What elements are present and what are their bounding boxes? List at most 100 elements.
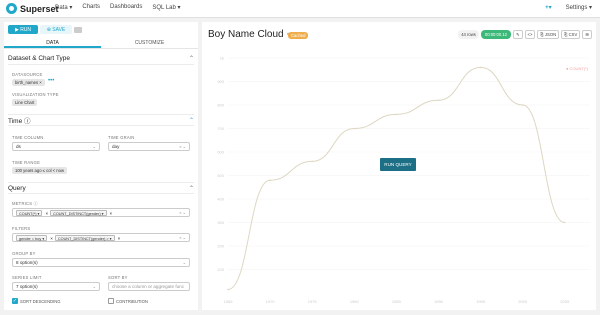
y-tick-label: 100 [217, 267, 224, 272]
time-grain-value: day [112, 144, 120, 149]
x-tick-label: 1965 [224, 299, 234, 304]
clear-and-chevron-icon: × ⌄ [179, 235, 186, 240]
series-point [563, 221, 566, 224]
viz-type-pill[interactable]: Line Chart [12, 99, 38, 106]
sort-descending-label: SORT DESCENDING [20, 298, 61, 304]
y-tick-label: 300 [217, 220, 224, 225]
x-tick-label: 2005 [560, 299, 570, 304]
run-query-button[interactable]: RUN QUERY [380, 158, 416, 171]
series-limit-select[interactable]: 7 option(s) ⌄ [12, 282, 100, 291]
tab-data[interactable]: DATA [4, 37, 101, 48]
section-dataset-title: Dataset & Chart Type [8, 55, 71, 62]
x-tick-label: 1990 [434, 299, 444, 304]
top-navbar: Superset Data ▾ Charts Dashboards SQL La… [0, 0, 600, 18]
chart-header-actions: 44 rows 00:00:00.12 ✎ <> ⎘ JSON ⎘ CSV ☰ [458, 30, 592, 39]
chart-title-text: Boy Name Cloud [208, 29, 284, 40]
new-item-button[interactable]: +▾ [545, 4, 552, 11]
tab-customize[interactable]: CUSTOMIZE [101, 37, 198, 48]
contribution-checkbox[interactable]: CONTRIBUTION [108, 298, 148, 304]
row-count-badge: 44 rows [458, 30, 479, 39]
remove-icon[interactable]: × [45, 210, 48, 217]
menu-dashboards[interactable]: Dashboards [110, 4, 142, 11]
chart-title[interactable]: Boy Name Cloud✎ [208, 29, 292, 40]
series-point [353, 127, 356, 130]
remove-icon[interactable]: × [118, 235, 121, 242]
x-tick-label: 1995 [476, 299, 486, 304]
viz-type-label: VISUALIZATION TYPE [12, 92, 59, 97]
chevron-up-icon[interactable]: ⌃ [189, 55, 194, 62]
x-tick-label: 1985 [392, 299, 402, 304]
chart-container: 1k 900 800 700 600 500 400 300 200 100 1965 1970 197… [202, 48, 596, 315]
sort-descending-checkbox[interactable]: ✓ SORT DESCENDING [12, 298, 61, 304]
y-tick-label: 600 [217, 150, 224, 155]
datasource-menu-icon[interactable]: ••• [48, 78, 54, 84]
sort-by-label: SORT BY [108, 275, 128, 280]
chevron-up-icon[interactable]: ⌃ [189, 117, 194, 124]
group-by-select[interactable]: 8 option(s) ⌄ [12, 258, 190, 267]
status-badge: Cached [288, 32, 309, 39]
y-tick-label: 900 [217, 79, 224, 84]
datasource-label: DATASOURCE [12, 72, 43, 77]
metrics-select[interactable]: COUNT(*) ▾ × COUNT_DISTINCT(gender) ▾ × × ⌄ [12, 208, 190, 217]
x-tick-label: 2000 [518, 299, 528, 304]
series-line [227, 66, 565, 290]
series-point [395, 113, 398, 116]
controls-scroll-area[interactable]: Dataset & Chart Type ⌃ DATASOURCE birth_… [4, 50, 198, 310]
section-dataset-header[interactable]: Dataset & Chart Type ⌃ [8, 53, 194, 65]
filters-select[interactable]: gender = boy ▾ × COUNT_DISTINCT(gender) > … [12, 233, 190, 242]
time-grain-label: TIME GRAIN [108, 135, 135, 140]
checkbox-unchecked-icon[interactable] [108, 298, 114, 304]
filter-chip[interactable]: gender = boy ▾ [16, 234, 48, 241]
metric-chip[interactable]: COUNT(*) ▾ [16, 209, 43, 216]
chevron-down-icon: ⌄ [182, 260, 186, 265]
main-menu: Data ▾ Charts Dashboards SQL Lab ▾ [55, 4, 181, 11]
embed-code-icon[interactable]: <> [524, 30, 536, 39]
query-toolbar: ▶ RUN ⊕ SAVE [8, 25, 82, 34]
series-point [227, 288, 229, 291]
chevron-up-icon[interactable]: ⌃ [189, 185, 194, 192]
more-menu-icon[interactable]: ☰ [582, 30, 592, 39]
chevron-down-icon: ⌄ [92, 144, 96, 149]
x-tick-label: 1975 [308, 299, 318, 304]
sort-by-placeholder: choose a column or aggregate func [112, 284, 185, 289]
export-csv-button[interactable]: ⎘ CSV [561, 30, 581, 39]
section-time-header[interactable]: Time ⓘ ⌃ [8, 114, 194, 126]
brand-name: Superset [20, 3, 59, 14]
line-chart: 1k 900 800 700 600 500 400 300 200 100 1965 1970 197… [217, 56, 590, 315]
time-range-pill[interactable]: 100 years ago ≤ col < now [12, 167, 67, 174]
filter-chip[interactable]: COUNT_DISTINCT(gender) > ▾ [54, 234, 115, 241]
more-options-button[interactable] [74, 27, 82, 33]
time-grain-select[interactable]: day × ⌄ [108, 142, 190, 151]
metric-chip[interactable]: COUNT_DISTINCT(gender) ▾ [50, 209, 107, 216]
section-time-title: Time ⓘ [8, 118, 31, 125]
explore-control-panel: ▶ RUN ⊕ SAVE DATA CUSTOMIZE Dataset & Ch… [4, 22, 198, 310]
edit-icon[interactable]: ✎ [513, 30, 523, 39]
time-column-select[interactable]: ds ⌄ [12, 142, 100, 151]
time-column-label: TIME COLUMN [12, 135, 44, 140]
save-button[interactable]: ⊕ SAVE [40, 25, 72, 34]
checkbox-checked-icon[interactable]: ✓ [12, 298, 18, 304]
y-tick-label: 200 [217, 244, 224, 249]
remove-icon[interactable]: × [110, 210, 113, 217]
query-timer: 00:00:00.12 [480, 30, 511, 39]
run-button[interactable]: ▶ RUN [8, 25, 38, 34]
series-point [269, 179, 271, 181]
control-tabs: DATA CUSTOMIZE [4, 37, 198, 49]
remove-icon[interactable]: × [50, 235, 53, 242]
y-tick-label: 500 [217, 173, 224, 178]
contribution-label: CONTRIBUTION [116, 298, 148, 304]
menu-sql-lab[interactable]: SQL Lab ▾ [152, 4, 180, 11]
section-query-header[interactable]: Query ⌃ [8, 182, 194, 194]
menu-data[interactable]: Data ▾ [55, 4, 72, 11]
menu-charts[interactable]: Charts [82, 4, 100, 11]
chevron-down-icon: ⌄ [92, 284, 96, 289]
y-tick-label: 400 [217, 197, 224, 202]
sort-by-select[interactable]: choose a column or aggregate func [108, 282, 190, 291]
y-tick-label: 700 [217, 126, 224, 131]
brand-logo[interactable]: Superset [6, 3, 59, 14]
metrics-label: METRICS ⓘ [12, 201, 38, 206]
export-json-button[interactable]: ⎘ JSON [537, 30, 560, 39]
datasource-pill[interactable]: birth_names × [12, 79, 45, 86]
y-tick-label: 800 [217, 103, 224, 108]
settings-menu[interactable]: Settings ▾ [566, 4, 592, 11]
